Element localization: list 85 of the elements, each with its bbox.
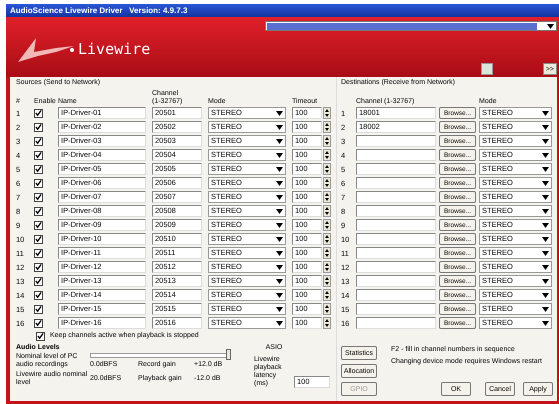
dropdown-arrow-icon (542, 124, 549, 130)
channel-field[interactable] (356, 233, 436, 245)
enable-checkbox[interactable] (34, 290, 43, 300)
spinner-icon[interactable] (323, 177, 331, 189)
dropdown-arrow-icon (276, 278, 283, 284)
enable-checkbox[interactable] (34, 136, 43, 146)
dropdown-arrow-icon (276, 292, 283, 298)
channel-field[interactable] (356, 317, 436, 329)
enable-checkbox[interactable] (34, 220, 43, 230)
slider-thumb[interactable] (226, 349, 231, 360)
enable-checkbox[interactable] (34, 178, 43, 188)
dropdown-arrow-icon (276, 320, 283, 326)
channel-field[interactable] (356, 135, 436, 147)
keep-active-checkbox[interactable] (36, 332, 45, 340)
spinner-icon[interactable] (323, 205, 331, 217)
channel-field[interactable] (356, 149, 436, 161)
adapter-dropdown[interactable] (265, 21, 557, 31)
dropdown-arrow-icon (542, 152, 549, 158)
spinner-icon[interactable] (323, 317, 331, 329)
channel-field[interactable] (356, 219, 436, 231)
channel-field[interactable] (356, 191, 436, 203)
dropdown-arrow-icon (542, 208, 549, 214)
dropdown-arrow-icon (542, 166, 549, 172)
enable-checkbox[interactable] (34, 108, 43, 118)
spinner-icon[interactable] (323, 107, 331, 119)
brand-name: Livewire (78, 40, 150, 58)
channel-field[interactable] (356, 303, 436, 315)
enable-checkbox[interactable] (34, 150, 43, 160)
dropdown-arrow-icon (276, 110, 283, 116)
dropdown-arrow-icon (276, 250, 283, 256)
dropdown-arrow-icon (542, 292, 549, 298)
enable-checkbox[interactable] (34, 276, 43, 286)
channel-field[interactable] (356, 289, 436, 301)
enable-checkbox[interactable] (34, 318, 43, 328)
dropdown-arrow-icon (276, 194, 283, 200)
channel-field[interactable] (356, 177, 436, 189)
channel-field[interactable] (356, 205, 436, 217)
spinner-icon[interactable] (323, 289, 331, 301)
channel-field[interactable] (356, 261, 436, 273)
dropdown-arrow-icon (276, 180, 283, 186)
dropdown-arrow-icon (276, 124, 283, 130)
dropdown-arrow-icon (542, 180, 549, 186)
enable-checkbox[interactable] (34, 234, 43, 244)
dropdown-arrow-icon (276, 236, 283, 242)
enable-checkbox[interactable] (34, 122, 43, 132)
spinner-icon[interactable] (323, 233, 331, 245)
spinner-icon[interactable] (323, 149, 331, 161)
dropdown-arrow-icon (276, 222, 283, 228)
enable-checkbox[interactable] (34, 304, 43, 314)
spinner-icon[interactable] (323, 247, 331, 259)
spinner-icon[interactable] (323, 261, 331, 273)
enable-checkbox[interactable] (34, 206, 43, 216)
dropdown-arrow-icon (276, 208, 283, 214)
dropdown-arrow-icon (542, 110, 549, 116)
dropdown-arrow-icon (276, 138, 283, 144)
enable-checkbox[interactable] (34, 262, 43, 272)
spinner-icon[interactable] (323, 275, 331, 287)
dropdown-arrow-icon (276, 166, 283, 172)
dropdown-arrow-icon (542, 138, 549, 144)
spinner-icon[interactable] (323, 191, 331, 203)
window-title: AudioScience Livewire Driver Version: 4.9.7.3 (10, 6, 188, 15)
dropdown-arrow-icon (542, 320, 549, 326)
dropdown-arrow-icon (542, 236, 549, 242)
small-square-button[interactable] (480, 63, 493, 75)
dropdown-arrow-icon (276, 264, 283, 270)
spinner-icon[interactable] (323, 163, 331, 175)
enable-checkbox[interactable] (34, 192, 43, 202)
enable-checkbox[interactable] (34, 164, 43, 174)
spinner-icon[interactable] (323, 219, 331, 231)
dropdown-arrow-icon (276, 306, 283, 312)
channel-field[interactable] (356, 247, 436, 259)
dropdown-arrow-icon (542, 306, 549, 312)
spinner-icon[interactable] (323, 121, 331, 133)
channel-field[interactable] (356, 163, 436, 175)
spinner-icon[interactable] (323, 303, 331, 315)
dropdown-arrow-icon (542, 222, 549, 228)
dropdown-arrow-icon (542, 278, 549, 284)
enable-checkbox[interactable] (34, 248, 43, 258)
dropdown-arrow-icon (547, 24, 554, 28)
dropdown-arrow-icon (276, 152, 283, 158)
spinner-icon[interactable] (323, 135, 331, 147)
dropdown-arrow-icon (542, 264, 549, 270)
dropdown-arrow-icon (542, 250, 549, 256)
dropdown-arrow-icon (542, 194, 549, 200)
channel-field[interactable] (356, 275, 436, 287)
